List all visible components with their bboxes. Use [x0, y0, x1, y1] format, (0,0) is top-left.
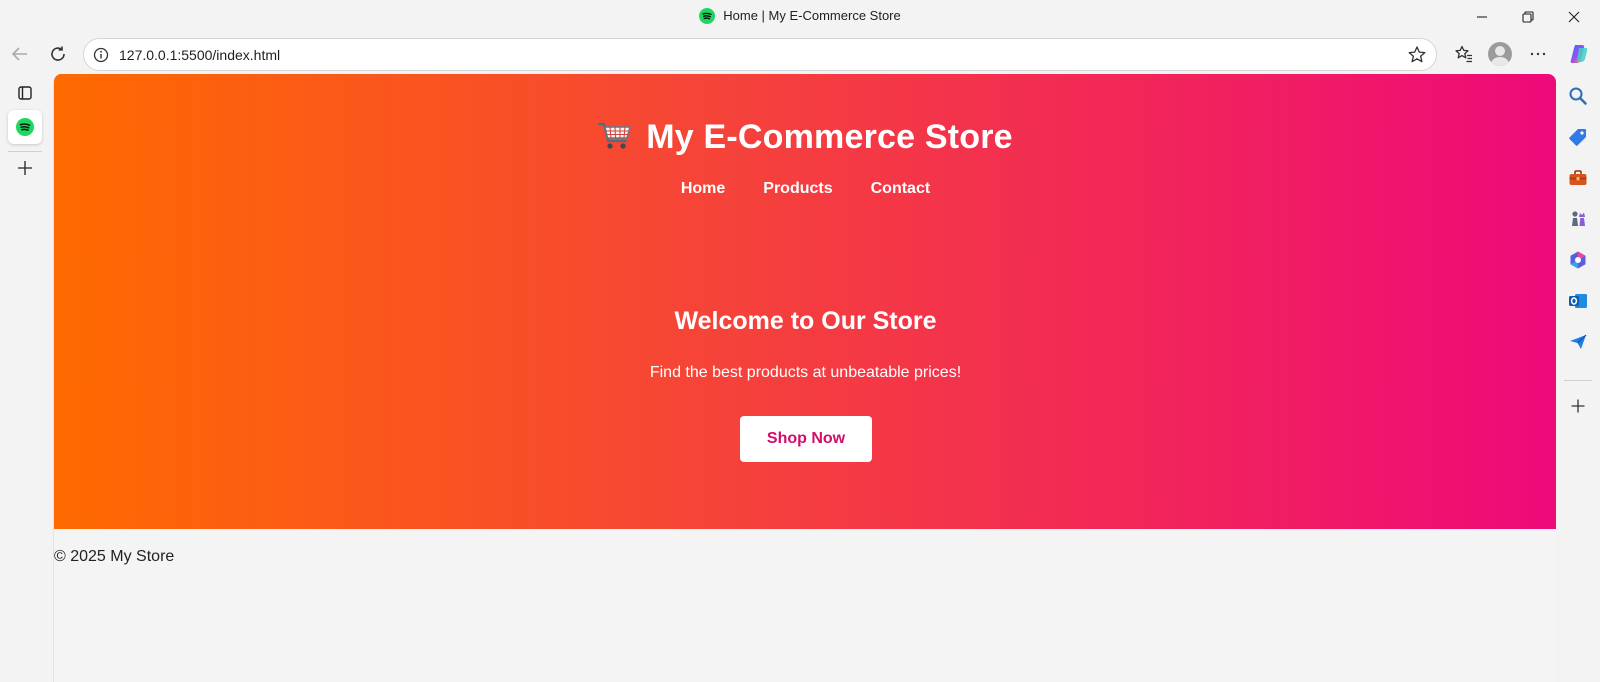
- add-icon: [1571, 399, 1585, 413]
- hero-tagline: Find the best products at unbeatable pri…: [649, 364, 962, 381]
- search-icon: [1569, 87, 1587, 105]
- sidebar-add-button[interactable]: [1564, 392, 1592, 420]
- footer-copyright: © 2025 My Store: [54, 548, 175, 565]
- shopping-tag-icon: [1569, 129, 1586, 146]
- sidebar-shopping-button[interactable]: [1564, 123, 1592, 151]
- send-icon: [1570, 334, 1587, 349]
- edge-sidebar: [1556, 74, 1600, 682]
- sidebar-search-button[interactable]: [1564, 82, 1592, 110]
- back-button[interactable]: [4, 38, 36, 70]
- address-bar[interactable]: 127.0.0.1:5500/index.html: [83, 38, 1437, 71]
- games-icon: [1572, 211, 1585, 226]
- main-nav: Home Products Contact: [54, 180, 1556, 198]
- copilot-button[interactable]: [1563, 38, 1595, 70]
- sidebar-outlook-button[interactable]: [1564, 287, 1592, 315]
- avatar: [1488, 42, 1512, 66]
- sidebar-send-button[interactable]: [1564, 328, 1592, 356]
- tab-actions-button[interactable]: [8, 76, 42, 110]
- spotify-icon: [699, 8, 716, 27]
- vertical-tab-strip: [0, 74, 52, 682]
- restore-button[interactable]: [1505, 0, 1551, 34]
- spotify-icon: [16, 118, 34, 136]
- nav-link-products[interactable]: Products: [763, 180, 832, 198]
- shopping-cart-icon: [598, 121, 632, 160]
- add-tab-icon: [18, 161, 32, 175]
- tools-icon: [1569, 170, 1587, 185]
- favorite-star-icon[interactable]: [1407, 45, 1427, 70]
- url-text[interactable]: 127.0.0.1:5500/index.html: [119, 47, 280, 63]
- hero-header: My E-Commerce Store Home Products Contac…: [54, 74, 1556, 529]
- window-title: Home | My E-Commerce Store: [0, 8, 1600, 27]
- site-title: My E-Commerce Store: [54, 118, 1556, 160]
- browser-toolbar: 127.0.0.1:5500/index.html: [0, 34, 1600, 74]
- window-title-text: Home | My E-Commerce Store: [723, 8, 901, 23]
- outlook-icon: [1569, 294, 1587, 308]
- page-viewport: My E-Commerce Store Home Products Contac…: [53, 74, 1556, 682]
- profile-button[interactable]: [1484, 38, 1516, 70]
- tab-actions-icon: [18, 86, 32, 100]
- favorites-button[interactable]: [1448, 38, 1480, 70]
- tab-spotify[interactable]: [8, 110, 42, 144]
- sidebar-divider: [1564, 380, 1592, 381]
- minimize-button[interactable]: [1459, 0, 1505, 34]
- microsoft365-icon: [1570, 251, 1586, 269]
- hero-heading: Welcome to Our Store: [674, 307, 937, 335]
- title-bar: Home | My E-Commerce Store: [0, 0, 1600, 34]
- copilot-icon: [1570, 45, 1588, 63]
- refresh-button[interactable]: [42, 38, 74, 70]
- more-options-button[interactable]: [1522, 38, 1554, 70]
- sidebar-games-button[interactable]: [1564, 205, 1592, 233]
- nav-link-contact[interactable]: Contact: [871, 180, 931, 198]
- close-button[interactable]: [1551, 0, 1597, 34]
- site-title-text: My E-Commerce Store: [646, 118, 1013, 156]
- site-info-icon[interactable]: [92, 46, 110, 69]
- nav-link-home[interactable]: Home: [681, 180, 725, 198]
- new-tab-button[interactable]: [8, 151, 42, 185]
- sidebar-m365-button[interactable]: [1564, 246, 1592, 274]
- shop-now-button[interactable]: Shop Now: [740, 416, 872, 462]
- sidebar-tools-button[interactable]: [1564, 164, 1592, 192]
